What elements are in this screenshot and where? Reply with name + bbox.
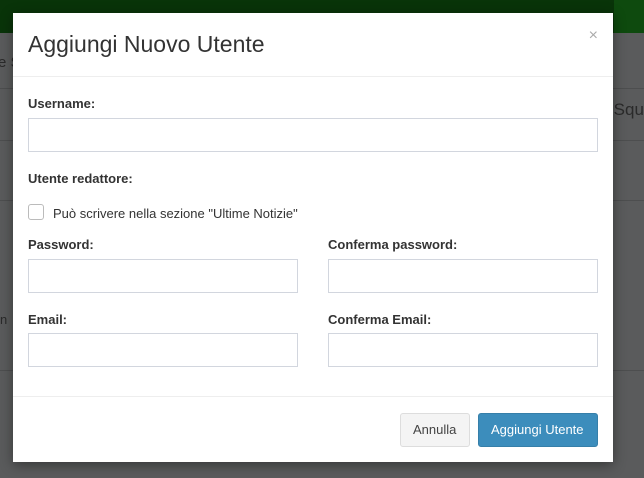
editor-checkbox-label[interactable]: Può scrivere nella sezione "Ultime Notiz… [53,206,298,221]
password-input[interactable] [28,259,298,293]
modal-title: Aggiungi Nuovo Utente [28,31,265,57]
modal-footer: Annulla Aggiungi Utente [13,396,613,462]
close-icon[interactable]: × [589,27,598,45]
editor-label: Utente redattore: [28,171,133,186]
bg-text: -Squ [608,100,644,119]
password-label: Password: [28,237,94,252]
editor-checkbox[interactable] [28,204,44,220]
navbar-accent [614,0,644,33]
username-label: Username: [28,96,96,111]
confirm-email-input[interactable] [328,333,598,367]
confirm-email-label: Conferma Email: [328,312,432,327]
confirm-password-label: Conferma password: [328,237,458,252]
username-input[interactable] [28,118,598,152]
email-label: Email: [28,312,68,327]
add-user-modal: Aggiungi Nuovo Utente × Username: Utente… [13,13,613,462]
cancel-button[interactable]: Annulla [400,413,470,447]
bg-text: n [0,312,8,327]
confirm-password-input[interactable] [328,259,598,293]
email-input[interactable] [28,333,298,367]
modal-header: Aggiungi Nuovo Utente × [13,13,613,77]
add-user-button[interactable]: Aggiungi Utente [478,413,598,447]
